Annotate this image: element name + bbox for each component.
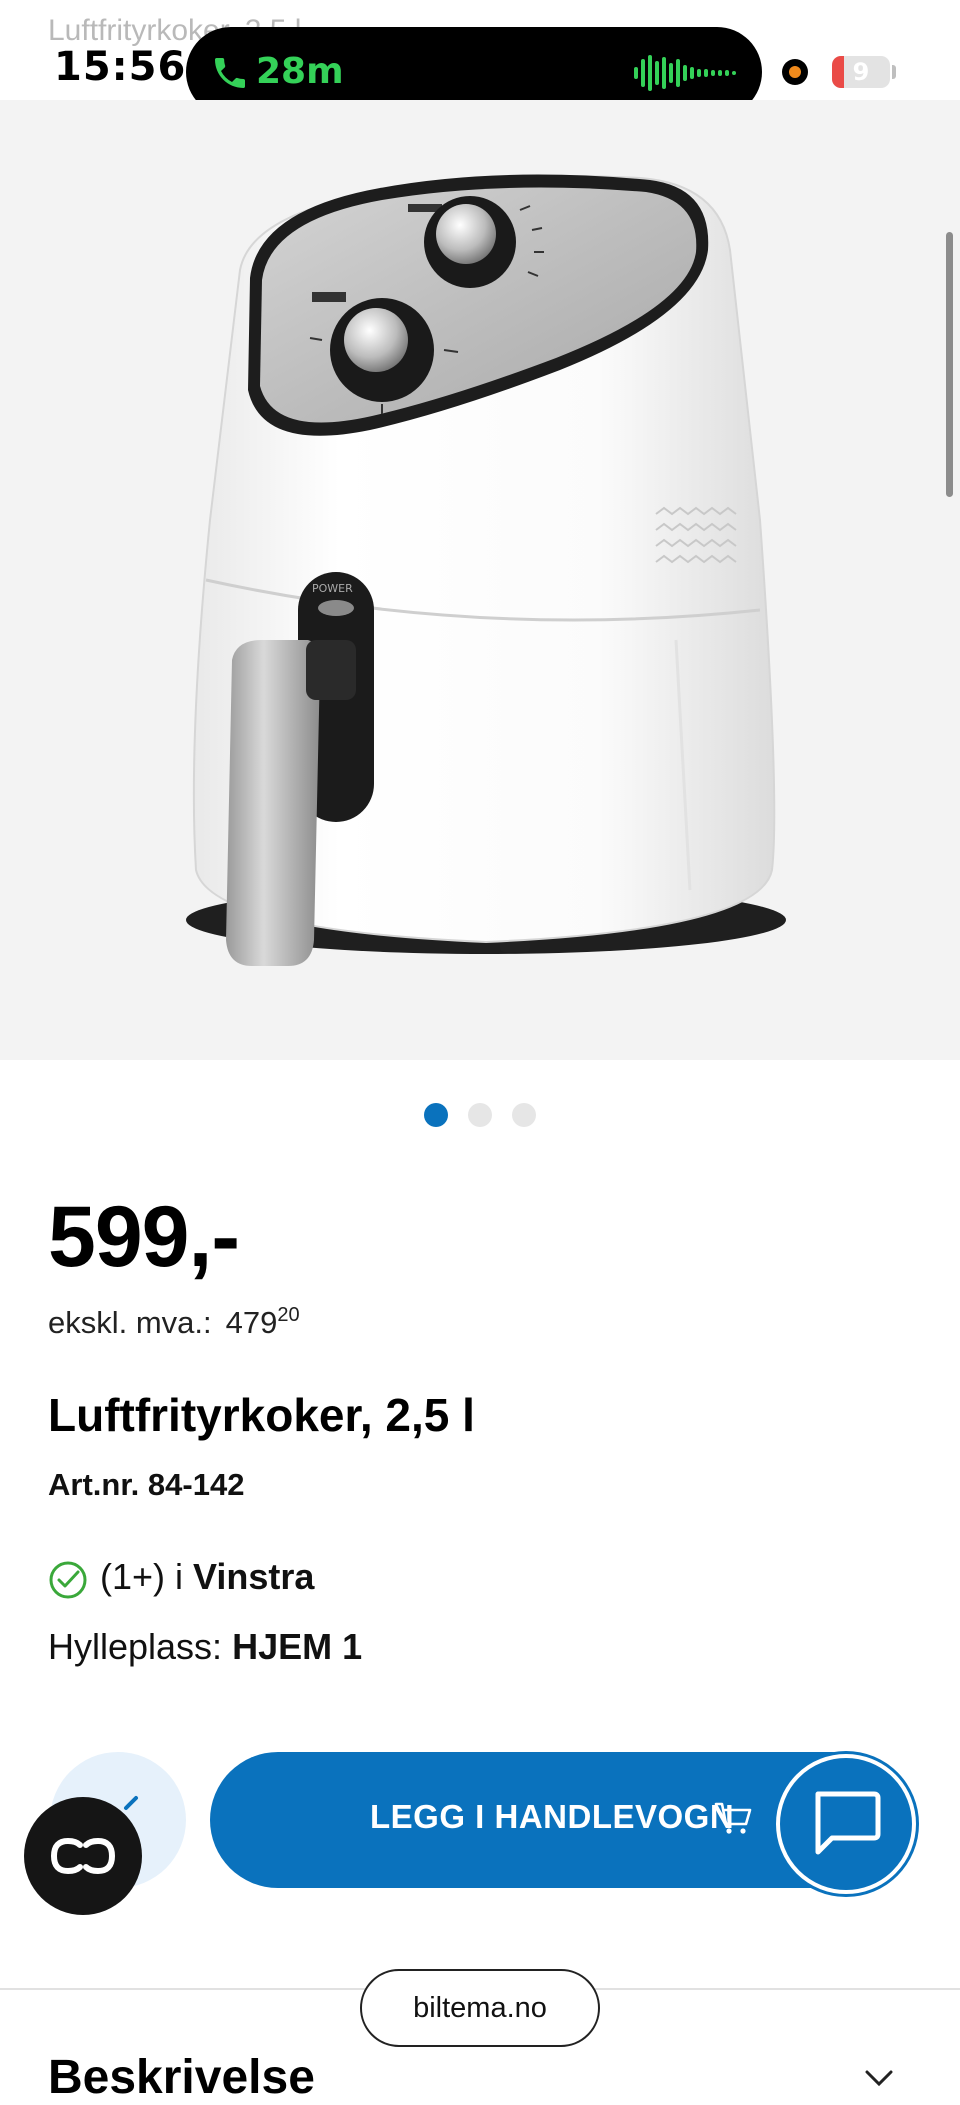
scrollbar[interactable] (946, 232, 953, 497)
chevron-down-icon[interactable] (864, 2068, 894, 2088)
status-time: 15:56 (54, 44, 187, 90)
ex-vat-decimal: 20 (277, 1304, 300, 1326)
co-logo-icon (50, 1837, 116, 1875)
cart-icon (714, 1802, 752, 1834)
article-number: Art.nr. 84-142 (48, 1467, 245, 1502)
stock-count: (1+) i (100, 1556, 184, 1597)
co-assistant-button[interactable] (24, 1797, 142, 1915)
chat-bubble-icon (815, 1791, 881, 1855)
product-image-gallery[interactable]: POWER (0, 100, 960, 1060)
battery-level: 9 (852, 58, 870, 86)
call-duration: 28m (256, 51, 344, 92)
phone-icon (215, 58, 245, 88)
shelf-value: HJEM 1 (232, 1626, 363, 1667)
ex-vat-label: ekskl. mva.: (48, 1305, 212, 1340)
recording-indicator-icon (782, 59, 808, 85)
gallery-pagination (0, 1103, 960, 1127)
check-circle-icon (49, 1561, 87, 1599)
gallery-dot[interactable] (424, 1103, 448, 1127)
air-fryer-image: POWER (186, 174, 786, 966)
address-bar[interactable]: biltema.no (360, 1969, 600, 2047)
store-name[interactable]: Vinstra (193, 1556, 314, 1597)
svg-text:POWER: POWER (312, 582, 353, 595)
shelf-location: Hylleplass: HJEM 1 (48, 1626, 362, 1668)
audio-wave-icon (634, 55, 736, 91)
shelf-label: Hylleplass: (48, 1626, 223, 1667)
gallery-dot[interactable] (512, 1103, 536, 1127)
status-bar: 15:56 28m 9 (0, 0, 960, 117)
price-ex-vat: ekskl. mva.: 47920 (48, 1304, 300, 1341)
add-to-cart-label: LEGG I HANDLEVOGN (370, 1798, 735, 1835)
gallery-dot[interactable] (468, 1103, 492, 1127)
ex-vat-integer: 479 (225, 1305, 278, 1340)
product-price: 599,- (48, 1189, 240, 1285)
battery-icon: 9 (832, 56, 890, 88)
description-heading[interactable]: Beskrivelse (48, 2050, 315, 2105)
battery-tip (892, 65, 896, 79)
product-title: Luftfrityrkoker, 2,5 l (48, 1389, 475, 1441)
chat-button[interactable] (776, 1754, 916, 1894)
